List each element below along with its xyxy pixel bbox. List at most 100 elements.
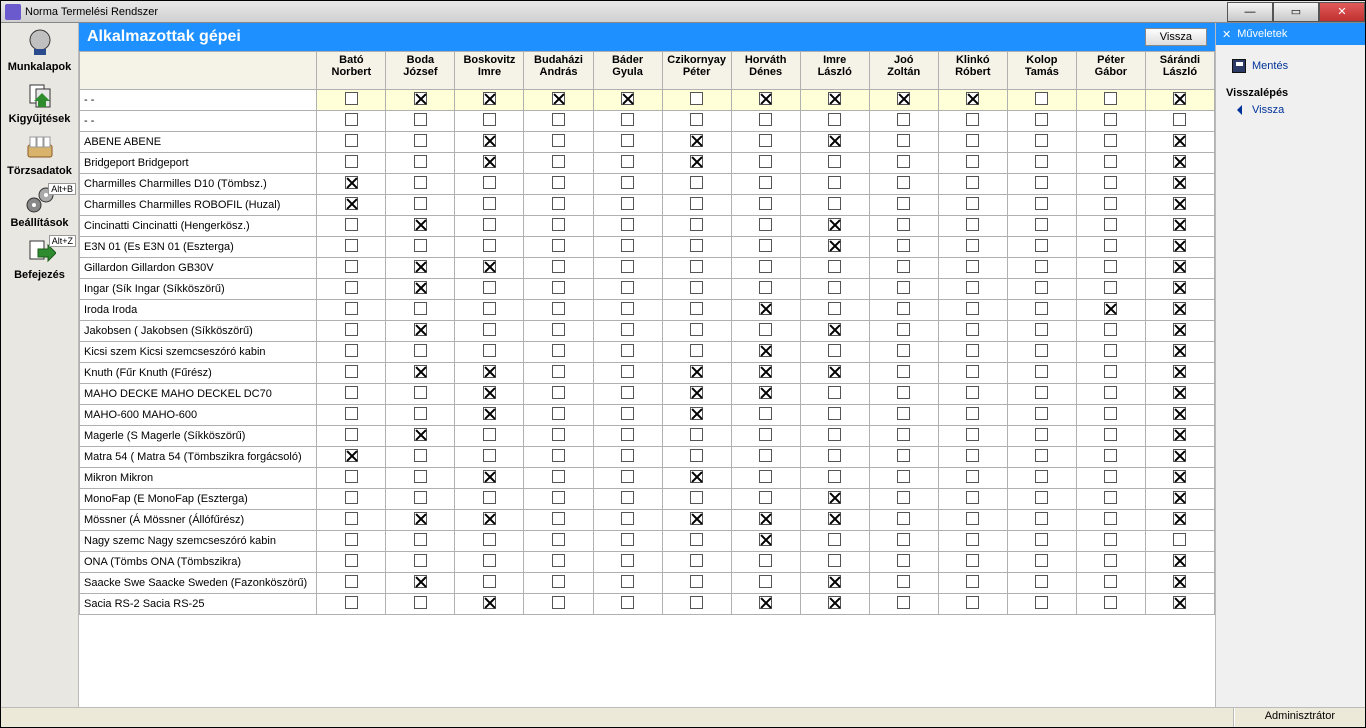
checkbox[interactable]	[690, 176, 703, 189]
grid-cell[interactable]	[869, 216, 938, 237]
checkbox[interactable]	[897, 344, 910, 357]
grid-cell[interactable]	[869, 321, 938, 342]
grid-cell[interactable]	[731, 237, 800, 258]
grid-cell[interactable]	[731, 132, 800, 153]
grid-cell[interactable]	[800, 90, 869, 111]
grid-cell[interactable]	[593, 216, 662, 237]
checkbox[interactable]	[1173, 323, 1186, 336]
checkbox[interactable]	[759, 575, 772, 588]
checkbox[interactable]	[621, 344, 634, 357]
checkbox[interactable]	[897, 365, 910, 378]
grid-cell[interactable]	[1145, 594, 1214, 615]
nav-item-torzsadatok[interactable]: Törzsadatok	[1, 131, 78, 177]
grid-cell[interactable]	[938, 111, 1007, 132]
grid-cell[interactable]	[662, 174, 731, 195]
grid-cell[interactable]	[800, 216, 869, 237]
grid-cell[interactable]	[1007, 552, 1076, 573]
grid-cell[interactable]	[1076, 468, 1145, 489]
grid-cell[interactable]	[731, 447, 800, 468]
checkbox[interactable]	[828, 197, 841, 210]
checkbox[interactable]	[414, 512, 427, 525]
checkbox[interactable]	[828, 260, 841, 273]
checkbox[interactable]	[345, 365, 358, 378]
checkbox[interactable]	[1035, 365, 1048, 378]
grid-cell[interactable]	[524, 321, 593, 342]
checkbox[interactable]	[1173, 365, 1186, 378]
grid-cell[interactable]	[386, 300, 455, 321]
checkbox[interactable]	[1104, 302, 1117, 315]
grid-cell[interactable]	[317, 132, 386, 153]
grid-cell[interactable]	[1145, 153, 1214, 174]
checkbox[interactable]	[483, 281, 496, 294]
grid-cell[interactable]	[524, 132, 593, 153]
grid-cell[interactable]	[800, 111, 869, 132]
checkbox[interactable]	[828, 281, 841, 294]
checkbox[interactable]	[552, 176, 565, 189]
grid-cell[interactable]	[662, 279, 731, 300]
checkbox[interactable]	[966, 386, 979, 399]
grid-cell[interactable]	[869, 552, 938, 573]
checkbox[interactable]	[345, 281, 358, 294]
grid-cell[interactable]	[1007, 90, 1076, 111]
checkbox[interactable]	[966, 323, 979, 336]
grid-cell[interactable]	[1076, 489, 1145, 510]
grid-cell[interactable]	[317, 195, 386, 216]
checkbox[interactable]	[759, 92, 772, 105]
grid-cell[interactable]	[386, 384, 455, 405]
grid-cell[interactable]	[1076, 132, 1145, 153]
checkbox[interactable]	[483, 491, 496, 504]
grid-cell[interactable]	[317, 531, 386, 552]
checkbox[interactable]	[690, 533, 703, 546]
checkbox[interactable]	[552, 596, 565, 609]
grid-cell[interactable]	[524, 573, 593, 594]
checkbox[interactable]	[690, 365, 703, 378]
checkbox[interactable]	[621, 386, 634, 399]
checkbox[interactable]	[345, 323, 358, 336]
checkbox[interactable]	[552, 134, 565, 147]
grid-cell[interactable]	[524, 174, 593, 195]
grid-cell[interactable]	[1007, 573, 1076, 594]
checkbox[interactable]	[828, 113, 841, 126]
grid-cell[interactable]	[524, 111, 593, 132]
checkbox[interactable]	[690, 596, 703, 609]
grid-cell[interactable]	[524, 510, 593, 531]
grid-cell[interactable]	[1076, 237, 1145, 258]
checkbox[interactable]	[621, 134, 634, 147]
grid-cell[interactable]	[1076, 258, 1145, 279]
grid-cell[interactable]	[938, 216, 1007, 237]
grid-cell[interactable]	[524, 237, 593, 258]
checkbox[interactable]	[966, 176, 979, 189]
checkbox[interactable]	[621, 533, 634, 546]
row-label[interactable]: Knuth (Fűr Knuth (Fűrész)	[80, 363, 317, 384]
checkbox[interactable]	[1104, 134, 1117, 147]
checkbox[interactable]	[828, 155, 841, 168]
checkbox[interactable]	[690, 407, 703, 420]
checkbox[interactable]	[1173, 470, 1186, 483]
checkbox[interactable]	[1104, 92, 1117, 105]
checkbox[interactable]	[1035, 386, 1048, 399]
checkbox[interactable]	[414, 134, 427, 147]
back-button[interactable]: Vissza	[1145, 28, 1207, 46]
checkbox[interactable]	[966, 218, 979, 231]
checkbox[interactable]	[690, 323, 703, 336]
grid-cell[interactable]	[938, 321, 1007, 342]
grid-cell[interactable]	[593, 573, 662, 594]
checkbox[interactable]	[1173, 218, 1186, 231]
checkbox[interactable]	[1035, 449, 1048, 462]
checkbox[interactable]	[621, 218, 634, 231]
grid-cell[interactable]	[317, 174, 386, 195]
grid-cell[interactable]	[1007, 300, 1076, 321]
grid-cell[interactable]	[317, 468, 386, 489]
checkbox[interactable]	[966, 344, 979, 357]
grid-cell[interactable]	[731, 195, 800, 216]
grid-cell[interactable]	[1007, 216, 1076, 237]
checkbox[interactable]	[552, 407, 565, 420]
checkbox[interactable]	[1173, 407, 1186, 420]
checkbox[interactable]	[345, 176, 358, 189]
checkbox[interactable]	[483, 218, 496, 231]
checkbox[interactable]	[897, 512, 910, 525]
checkbox[interactable]	[621, 155, 634, 168]
grid-cell[interactable]	[800, 237, 869, 258]
checkbox[interactable]	[552, 575, 565, 588]
checkbox[interactable]	[828, 176, 841, 189]
